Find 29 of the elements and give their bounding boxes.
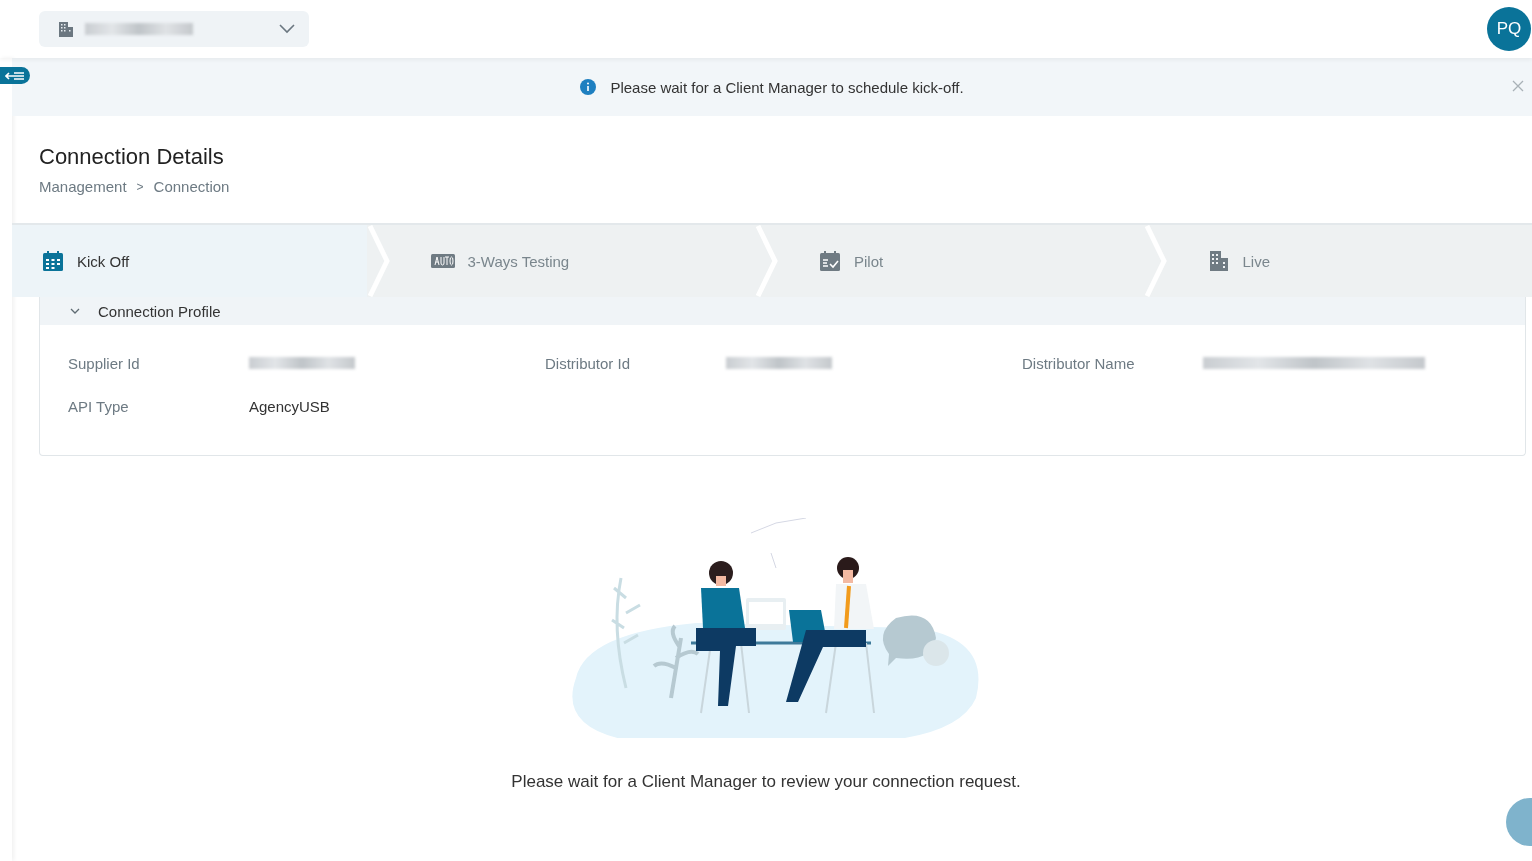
- banner-message: Please wait for a Client Manager to schedule kick-off.: [610, 78, 964, 96]
- field-label: Distributor Id: [545, 355, 632, 372]
- building-icon: [1207, 250, 1230, 272]
- field-label: Distributor Name: [1022, 355, 1136, 372]
- close-button[interactable]: [1512, 80, 1524, 92]
- breadcrumb-link[interactable]: Management: [39, 178, 127, 196]
- breadcrumb-link[interactable]: Connection: [153, 178, 230, 196]
- stepper-step[interactable]: Kick Off: [12, 225, 367, 297]
- chevron-divider: [366, 225, 391, 297]
- chevron-down-icon: [70, 308, 80, 314]
- chevron-down-icon: [279, 24, 295, 34]
- calendar-icon: [42, 250, 64, 272]
- field-label: Supplier Id: [68, 355, 141, 372]
- chevron-divider: [1143, 225, 1168, 297]
- info-icon: [580, 79, 597, 95]
- field-value: AgencyUSB: [249, 398, 331, 415]
- chevron-divider: [755, 225, 779, 297]
- page-title: Connection Details: [39, 144, 225, 170]
- empty-state-message: Please wait for a Client Manager to review your connection request.: [511, 772, 1021, 792]
- section-header[interactable]: Connection Profile: [40, 297, 1525, 325]
- breadcrumb-separator: >: [136, 179, 144, 196]
- checklist-calendar-icon: [819, 250, 841, 272]
- field-label: API Type: [68, 398, 130, 415]
- collapse-menu-icon: [5, 70, 25, 81]
- building-icon: [57, 20, 75, 38]
- organization-dropdown[interactable]: [39, 11, 309, 47]
- user-avatar[interactable]: PQ: [1487, 7, 1531, 51]
- sidebar-toggle-button[interactable]: [0, 67, 30, 84]
- auto-badge-icon: [430, 254, 455, 268]
